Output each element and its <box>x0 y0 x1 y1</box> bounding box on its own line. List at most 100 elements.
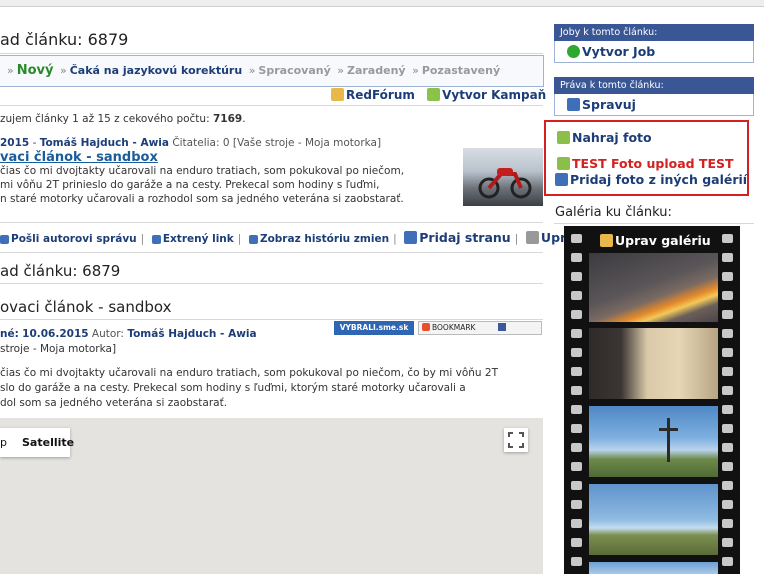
redforum-link[interactable]: RedFórum <box>331 88 415 102</box>
preview-date: 10.06.2015 <box>22 328 89 340</box>
arrow: » <box>337 64 344 77</box>
body-line: dol som sa jedného veterána si zaobstara… <box>0 397 228 409</box>
workflow-status: » Nový » Čaká na jazykovú korektúru » Sprac… <box>4 63 500 78</box>
film-perforation <box>571 462 582 471</box>
vybrali-button[interactable]: VYBRALI.sme.sk <box>334 321 414 335</box>
external-link[interactable]: Extrený link <box>151 233 234 245</box>
film-perforation <box>571 405 582 414</box>
workflow-new[interactable]: Nový <box>17 63 54 78</box>
map-type-map[interactable]: p <box>0 436 7 449</box>
film-perforation <box>571 272 582 281</box>
map-type-satellite[interactable]: Satellite <box>22 436 74 449</box>
date-label: né: <box>0 328 19 340</box>
film-perforation <box>571 519 582 528</box>
film-perforation <box>722 272 733 281</box>
test-upload-link[interactable]: TEST Foto upload TEST <box>557 156 734 171</box>
gallery-photo-2[interactable] <box>589 328 718 399</box>
article-thumbnail[interactable] <box>463 148 543 206</box>
fullscreen-icon <box>508 432 524 448</box>
facebook-icon <box>497 323 506 331</box>
gallery-photo-4[interactable] <box>589 484 718 555</box>
film-perforation <box>571 329 582 338</box>
jobs-box: Vytvor Job <box>554 41 754 63</box>
film-perforation <box>722 424 733 433</box>
message-author-link[interactable]: Pošli autorovi správu <box>0 233 137 245</box>
author-label: Autor: <box>91 328 124 340</box>
preview-author[interactable]: Tomáš Hajduch - Awia <box>127 328 256 340</box>
cross-image <box>659 418 678 462</box>
plus-icon <box>567 98 580 111</box>
gallery-photo-1[interactable] <box>589 253 718 322</box>
film-perforation <box>722 234 733 243</box>
add-from-gallery-link[interactable]: Pridaj foto z iných galérií <box>555 172 747 187</box>
film-perforation <box>571 424 582 433</box>
gallery-photo-3[interactable] <box>589 406 718 477</box>
article-perex: čias čo mi dvojtakty učarovali na enduro… <box>0 164 404 206</box>
film-perforation <box>571 500 582 509</box>
film-perforation <box>571 253 582 262</box>
message-icon <box>0 235 9 244</box>
add-page-icon <box>404 231 418 244</box>
arrow: » <box>7 64 14 77</box>
workflow-paused[interactable]: Pozastavený <box>422 64 500 77</box>
article-readers: Čitatelia: 0 <box>172 137 230 149</box>
divider <box>0 105 543 106</box>
article-tags: [Vaše stroje - Moja motorka] <box>232 137 382 149</box>
add-page-link[interactable]: Pridaj stranu <box>404 230 511 245</box>
upload-photo-link[interactable]: Nahraj foto <box>557 130 652 145</box>
count-total: 7169 <box>212 113 243 125</box>
plus-icon <box>555 173 568 186</box>
upload-photo-icon <box>557 131 570 144</box>
check-icon <box>567 45 580 58</box>
history-icon <box>248 235 258 244</box>
edit-gallery-link[interactable]: Uprav galériu <box>600 233 711 248</box>
manage-rights-link[interactable]: Spravuj <box>567 97 636 112</box>
count-end: . <box>242 113 246 125</box>
film-perforation <box>722 291 733 300</box>
bookmark-button[interactable]: BOOKMARK <box>418 321 542 335</box>
article-heading: ad článku: 6879 <box>0 30 129 49</box>
bookmark-icon <box>422 323 430 331</box>
film-perforation <box>571 386 582 395</box>
article-meta: 2015 - Tomáš Hajduch - Awia Čitatelia: 0… <box>0 137 381 149</box>
film-perforation <box>571 367 582 376</box>
preview-tags: stroje - Moja motorka] <box>0 343 117 355</box>
divider <box>554 223 754 224</box>
create-job-link[interactable]: Vytvor Job <box>567 44 655 59</box>
map-type-control: p Satellite <box>0 428 74 457</box>
film-perforation <box>722 557 733 566</box>
film-perforation <box>722 500 733 509</box>
rights-box: Spravuj <box>554 94 754 116</box>
film-perforation <box>722 462 733 471</box>
film-perforation <box>571 234 582 243</box>
article-title-link[interactable]: vaci článok - sandbox <box>0 150 158 165</box>
upload-photo-label: Nahraj foto <box>572 130 652 145</box>
map[interactable]: p Satellite <box>0 418 543 574</box>
motorcycle-image <box>478 168 532 199</box>
create-job-label: Vytvor Job <box>582 44 656 59</box>
history-link[interactable]: Zobraz históriu zmien <box>248 233 389 245</box>
bookmark-label: BOOKMARK <box>432 323 476 332</box>
message-label: Pošli autorovi správu <box>11 233 137 245</box>
workflow-waiting[interactable]: Čaká na jazykovú korektúru <box>70 64 242 77</box>
film-perforation <box>722 538 733 547</box>
article-tools: Pošli autorovi správu | Extrený link | Zob… <box>0 230 583 245</box>
article-author[interactable]: Tomáš Hajduch - Awia <box>40 137 169 149</box>
film-perforation <box>571 443 582 452</box>
test-upload-label: TEST Foto upload TEST <box>572 156 734 171</box>
arrow: » <box>412 64 419 77</box>
body-line: čias čo mi dvojtakty učarovali na enduro… <box>0 367 498 379</box>
preview-meta: né: 10.06.2015 Autor: Tomáš Hajduch - Aw… <box>0 328 257 340</box>
campaign-link[interactable]: Vytvor Kampaň <box>427 88 546 102</box>
perex-line: mi vôňu 2T prinieslo do garáže a na cest… <box>0 179 380 191</box>
add-from-gallery-label: Pridaj foto z iných galérií <box>570 172 748 187</box>
campaign-icon <box>427 88 441 101</box>
film-perforation <box>722 481 733 490</box>
perex-line: čias čo mi dvojtakty učarovali na enduro… <box>0 165 405 177</box>
gallery-photo-5[interactable] <box>589 562 718 574</box>
fullscreen-button[interactable] <box>504 428 528 452</box>
article-date: 2015 <box>0 137 30 149</box>
workflow-assigned[interactable]: Zaradený <box>347 64 406 77</box>
workflow-processed[interactable]: Spracovaný <box>258 64 330 77</box>
film-perforation <box>571 557 582 566</box>
